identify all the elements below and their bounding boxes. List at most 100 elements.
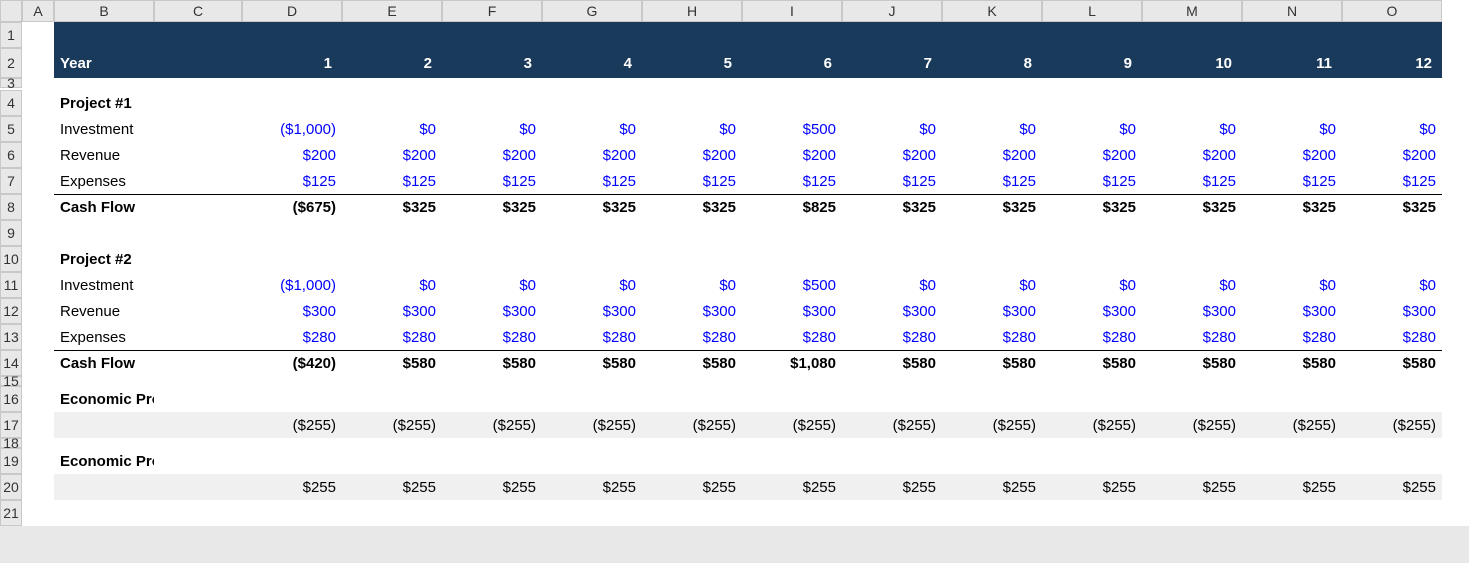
row-header-15[interactable]: 15 — [0, 376, 22, 386]
cell[interactable] — [942, 448, 1042, 474]
cell[interactable] — [1342, 500, 1442, 526]
data-cell[interactable]: ($675) — [242, 194, 342, 220]
cell[interactable] — [22, 474, 54, 500]
data-cell[interactable]: $0 — [542, 116, 642, 142]
data-cell[interactable]: $0 — [442, 272, 542, 298]
data-cell[interactable]: $200 — [1342, 142, 1442, 168]
cell[interactable] — [1242, 376, 1342, 386]
cell[interactable] — [1342, 90, 1442, 116]
year-col-1[interactable]: 1 — [242, 48, 342, 78]
row-label[interactable]: Cash Flow — [54, 194, 154, 220]
cell[interactable] — [154, 246, 242, 272]
cell[interactable] — [542, 376, 642, 386]
cell[interactable] — [842, 246, 942, 272]
data-cell[interactable]: $125 — [842, 168, 942, 194]
cell[interactable] — [942, 220, 1042, 246]
data-cell[interactable]: ($255) — [642, 412, 742, 438]
data-cell[interactable]: $300 — [1142, 298, 1242, 324]
data-cell[interactable]: $280 — [542, 324, 642, 350]
data-cell[interactable]: $500 — [742, 116, 842, 142]
spreadsheet-grid[interactable]: ABCDEFGHIJKLMNO12Year12345678910111234Pr… — [0, 0, 1469, 526]
cell[interactable] — [542, 220, 642, 246]
data-cell[interactable]: ($255) — [942, 412, 1042, 438]
cell[interactable] — [642, 246, 742, 272]
data-cell[interactable]: $125 — [242, 168, 342, 194]
cell[interactable] — [154, 142, 242, 168]
data-cell[interactable]: $580 — [1242, 350, 1342, 376]
cell[interactable] — [742, 246, 842, 272]
cell[interactable] — [942, 246, 1042, 272]
cell[interactable] — [1142, 438, 1242, 448]
cell[interactable] — [154, 412, 242, 438]
cell[interactable] — [442, 22, 542, 48]
data-cell[interactable]: $300 — [242, 298, 342, 324]
cell[interactable] — [154, 48, 242, 78]
cell[interactable] — [642, 438, 742, 448]
data-cell[interactable]: $125 — [1042, 168, 1142, 194]
cell[interactable] — [242, 376, 342, 386]
data-cell[interactable]: $580 — [442, 350, 542, 376]
data-cell[interactable]: $280 — [942, 324, 1042, 350]
cell[interactable] — [1342, 22, 1442, 48]
data-cell[interactable]: $200 — [442, 142, 542, 168]
row-header-19[interactable]: 19 — [0, 448, 22, 474]
cell[interactable] — [54, 376, 154, 386]
data-cell[interactable]: $255 — [1342, 474, 1442, 500]
data-cell[interactable]: ($255) — [1242, 412, 1342, 438]
data-cell[interactable]: $255 — [1142, 474, 1242, 500]
cell[interactable] — [242, 246, 342, 272]
cell[interactable] — [442, 220, 542, 246]
cell[interactable] — [54, 22, 154, 48]
cell[interactable] — [154, 194, 242, 220]
data-cell[interactable]: $0 — [1342, 116, 1442, 142]
data-cell[interactable]: $0 — [542, 272, 642, 298]
cell[interactable] — [1242, 448, 1342, 474]
cell[interactable] — [442, 438, 542, 448]
col-header-H[interactable]: H — [642, 0, 742, 22]
section-title[interactable]: Project #1 — [54, 90, 154, 116]
cell[interactable] — [742, 22, 842, 48]
cell[interactable] — [1342, 246, 1442, 272]
cell[interactable] — [1242, 90, 1342, 116]
year-col-5[interactable]: 5 — [642, 48, 742, 78]
cell[interactable] — [842, 386, 942, 412]
data-cell[interactable]: $500 — [742, 272, 842, 298]
data-cell[interactable]: $125 — [1342, 168, 1442, 194]
col-header-F[interactable]: F — [442, 0, 542, 22]
data-cell[interactable]: $300 — [1242, 298, 1342, 324]
data-cell[interactable]: ($255) — [342, 412, 442, 438]
cell[interactable] — [1142, 22, 1242, 48]
cell[interactable] — [242, 386, 342, 412]
cell[interactable] — [342, 90, 442, 116]
data-cell[interactable]: $300 — [1042, 298, 1142, 324]
cell[interactable] — [22, 324, 54, 350]
cell[interactable] — [22, 298, 54, 324]
cell[interactable] — [942, 22, 1042, 48]
cell[interactable] — [1342, 448, 1442, 474]
cell[interactable] — [1142, 90, 1242, 116]
data-cell[interactable]: $200 — [942, 142, 1042, 168]
cell[interactable] — [154, 324, 242, 350]
data-cell[interactable]: $255 — [642, 474, 742, 500]
data-cell[interactable]: $325 — [1342, 194, 1442, 220]
cell[interactable] — [642, 78, 742, 90]
cell[interactable] — [154, 22, 242, 48]
data-cell[interactable]: $300 — [542, 298, 642, 324]
cell[interactable] — [22, 220, 54, 246]
data-cell[interactable]: $325 — [1042, 194, 1142, 220]
cell[interactable] — [342, 78, 442, 90]
cell[interactable] — [542, 500, 642, 526]
cell[interactable] — [54, 474, 154, 500]
cell[interactable] — [842, 438, 942, 448]
cell[interactable] — [342, 246, 442, 272]
cell[interactable] — [154, 116, 242, 142]
cell[interactable] — [542, 386, 642, 412]
row-header-1[interactable]: 1 — [0, 22, 22, 48]
cell[interactable] — [742, 220, 842, 246]
data-cell[interactable]: $280 — [1142, 324, 1242, 350]
col-header-I[interactable]: I — [742, 0, 842, 22]
col-header-K[interactable]: K — [942, 0, 1042, 22]
row-label[interactable]: Expenses — [54, 324, 154, 350]
cell[interactable] — [842, 220, 942, 246]
cell[interactable] — [642, 376, 742, 386]
